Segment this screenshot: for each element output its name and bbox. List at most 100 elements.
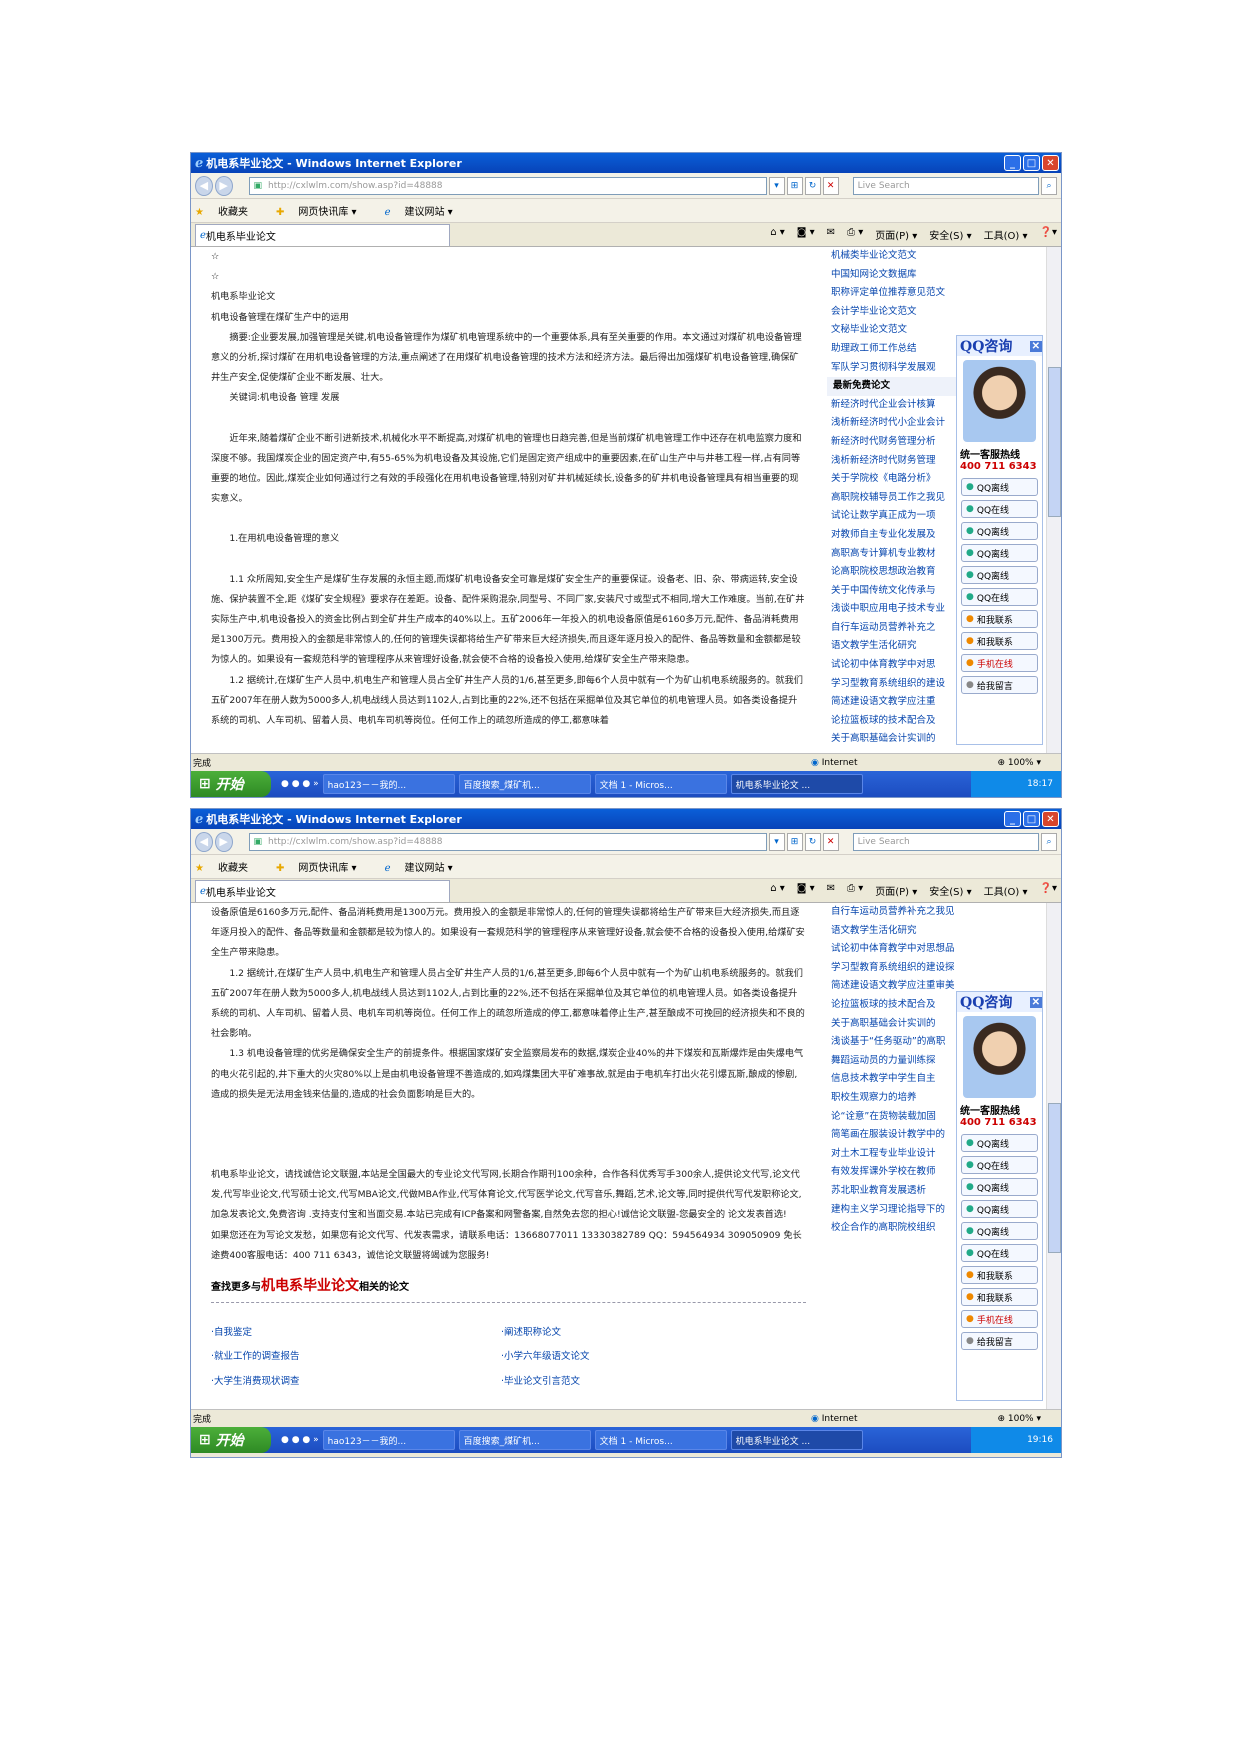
tab-current[interactable]: ℯ 机电系毕业论文 [195, 223, 450, 246]
related-link[interactable]: ·阐述职称论文 [501, 1323, 791, 1343]
scroll-thumb[interactable] [1048, 367, 1061, 517]
contact-button[interactable]: ● 和我联系 [961, 632, 1038, 650]
related-link[interactable]: ·就业工作的调查报告 [211, 1347, 501, 1367]
qq-button[interactable]: ● QQ在线 [961, 500, 1038, 518]
qq-close-icon[interactable]: ✕ [1029, 996, 1042, 1008]
sidebar-link[interactable]: 职称评定单位推荐意见范文 [827, 284, 1019, 303]
page-menu[interactable]: 页面(P) ▾ [875, 227, 917, 242]
start-button[interactable]: ⊞ 开始 [191, 771, 271, 797]
dropdown-icon[interactable]: ▾ [768, 176, 785, 195]
sidebar-link[interactable]: 机械类毕业论文范文 [827, 247, 1019, 266]
vertical-scrollbar[interactable] [1046, 247, 1061, 753]
compat-icon[interactable]: ⊞ [786, 176, 803, 195]
forward-icon[interactable]: ▶ [214, 831, 233, 852]
sidebar-link[interactable]: 试论初中体育教学中对思想品 [827, 940, 1019, 959]
safety-menu[interactable]: 安全(S) ▾ [929, 227, 971, 242]
qq-button[interactable]: ● QQ离线 [961, 1178, 1038, 1196]
related-link[interactable]: ·自我鉴定 [211, 1323, 501, 1343]
qq-button[interactable]: ● QQ离线 [961, 566, 1038, 584]
dropdown-icon[interactable]: ▾ [768, 832, 785, 851]
related-link[interactable]: ·大学生消费现状调查 [211, 1372, 501, 1392]
minimize-button[interactable]: _ [1004, 155, 1021, 171]
message-button[interactable]: ● 给我留言 [961, 676, 1038, 694]
back-icon[interactable]: ◀ [195, 175, 213, 196]
suggest-button[interactable]: ℯ 建议网站 ▾ [385, 859, 467, 874]
qq-button[interactable]: ● QQ离线 [961, 544, 1038, 562]
search-icon[interactable]: ⌕ [1041, 832, 1058, 851]
taskbar-item-active[interactable]: 机电系毕业论文 ... [730, 774, 863, 794]
help-icon[interactable]: ❓▾ [1040, 227, 1057, 242]
close-button[interactable]: ✕ [1042, 811, 1059, 827]
sidebar-link[interactable]: 中国知网论文数据库 [827, 266, 1019, 285]
vertical-scrollbar[interactable] [1046, 903, 1061, 1409]
home-icon[interactable]: ⌂ ▾ [770, 883, 785, 898]
zoom-control[interactable]: ⊕ 100% ▾ [997, 758, 1041, 768]
taskbar-item[interactable]: 百度搜索_煤矿机... [458, 1430, 591, 1450]
taskbar-item[interactable]: hao123－－我的... [322, 1430, 455, 1450]
sidebar-link[interactable]: 语文教学生活化研究 [827, 922, 1019, 941]
maximize-button[interactable]: □ [1023, 811, 1040, 827]
taskbar-item[interactable]: 百度搜索_煤矿机... [458, 774, 591, 794]
refresh-icon[interactable]: ↻ [804, 832, 821, 851]
compat-icon[interactable]: ⊞ [786, 832, 803, 851]
help-icon[interactable]: ❓▾ [1040, 883, 1057, 898]
sidebar-link[interactable]: 自行车运动员营养补充之我见 [827, 903, 1019, 922]
qq-button[interactable]: ● QQ离线 [961, 1222, 1038, 1240]
sidebar-link[interactable]: 学习型教育系统组织的建设探 [827, 959, 1019, 978]
search-input[interactable]: Live Search [852, 832, 1039, 851]
url-input[interactable]: ▣ http://cxlwlm.com/show.asp?id=48888 [248, 832, 767, 851]
mail-icon[interactable]: ✉ [827, 883, 835, 898]
close-button[interactable]: ✕ [1042, 155, 1059, 171]
start-button[interactable]: ⊞ 开始 [191, 1427, 271, 1453]
mobile-button[interactable]: ● 手机在线 [961, 654, 1038, 672]
tools-menu[interactable]: 工具(O) ▾ [984, 883, 1028, 898]
search-input[interactable]: Live Search [852, 176, 1039, 195]
contact-button[interactable]: ● 和我联系 [961, 1288, 1038, 1306]
contact-button[interactable]: ● 和我联系 [961, 610, 1038, 628]
feed-icon[interactable]: ◙ ▾ [797, 883, 815, 898]
scroll-thumb[interactable] [1048, 1103, 1061, 1253]
print-icon[interactable]: ⎙ ▾ [847, 227, 863, 242]
stop-icon[interactable]: ✕ [822, 176, 839, 195]
zoom-control[interactable]: ⊕ 100% ▾ [997, 1414, 1041, 1424]
sidebar-link[interactable]: 会计学毕业论文范文 [827, 303, 1019, 322]
search-icon[interactable]: ⌕ [1041, 176, 1058, 195]
home-icon[interactable]: ⌂ ▾ [770, 227, 785, 242]
contact-button[interactable]: ● 和我联系 [961, 1266, 1038, 1284]
quicklaunch-icons[interactable]: ● ● ● » [281, 779, 319, 789]
favorites-button[interactable]: ★ 收藏夹 [195, 859, 262, 874]
page-menu[interactable]: 页面(P) ▾ [875, 883, 917, 898]
taskbar-item[interactable]: 文档 1 - Micros... [594, 774, 727, 794]
qq-button[interactable]: ● QQ在线 [961, 588, 1038, 606]
qq-button[interactable]: ● QQ在线 [961, 1156, 1038, 1174]
back-icon[interactable]: ◀ [195, 831, 213, 852]
quicklib-button[interactable]: ✚ 网页快讯库 ▾ [276, 203, 371, 218]
related-link[interactable]: ·小学六年级语文论文 [501, 1347, 791, 1367]
mail-icon[interactable]: ✉ [827, 227, 835, 242]
qq-close-icon[interactable]: ✕ [1029, 340, 1042, 352]
related-link[interactable]: ·毕业论文引言范文 [501, 1372, 791, 1392]
taskbar-item[interactable]: hao123－－我的... [322, 774, 455, 794]
tools-menu[interactable]: 工具(O) ▾ [984, 227, 1028, 242]
taskbar-item[interactable]: 文档 1 - Micros... [594, 1430, 727, 1450]
suggest-button[interactable]: ℯ 建议网站 ▾ [385, 203, 467, 218]
qq-button[interactable]: ● QQ离线 [961, 1134, 1038, 1152]
forward-icon[interactable]: ▶ [214, 175, 233, 196]
maximize-button[interactable]: □ [1023, 155, 1040, 171]
qq-button[interactable]: ● QQ离线 [961, 1200, 1038, 1218]
favorites-button[interactable]: ★ 收藏夹 [195, 203, 262, 218]
qq-button[interactable]: ● QQ离线 [961, 522, 1038, 540]
minimize-button[interactable]: _ [1004, 811, 1021, 827]
mobile-button[interactable]: ● 手机在线 [961, 1310, 1038, 1328]
print-icon[interactable]: ⎙ ▾ [847, 883, 863, 898]
qq-button[interactable]: ● QQ离线 [961, 478, 1038, 496]
tab-current[interactable]: ℯ 机电系毕业论文 [195, 879, 450, 902]
taskbar-item-active[interactable]: 机电系毕业论文 ... [730, 1430, 863, 1450]
refresh-icon[interactable]: ↻ [804, 176, 821, 195]
message-button[interactable]: ● 给我留言 [961, 1332, 1038, 1350]
stop-icon[interactable]: ✕ [822, 832, 839, 851]
safety-menu[interactable]: 安全(S) ▾ [929, 883, 971, 898]
quicklaunch-icons[interactable]: ● ● ● » [281, 1435, 319, 1445]
url-input[interactable]: ▣ http://cxlwlm.com/show.asp?id=48888 [248, 176, 767, 195]
quicklib-button[interactable]: ✚ 网页快讯库 ▾ [276, 859, 371, 874]
